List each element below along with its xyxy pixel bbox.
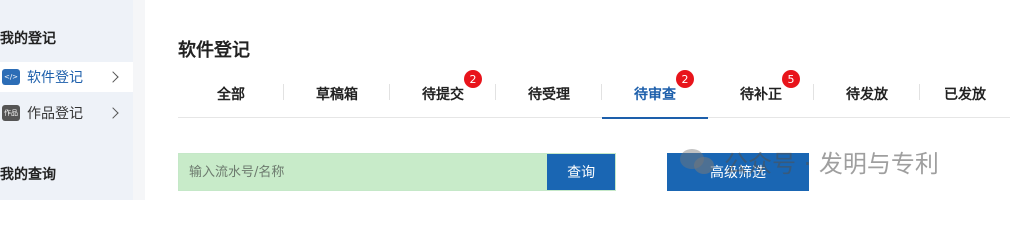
tab-all[interactable]: 全部 bbox=[178, 70, 284, 118]
tab-pending-accept[interactable]: 待受理 bbox=[496, 70, 602, 118]
count-badge: 2 bbox=[676, 70, 694, 88]
tab-label: 待发放 bbox=[846, 87, 888, 103]
search-box: 查询 bbox=[178, 153, 616, 191]
tab-label: 待补正 bbox=[740, 87, 782, 103]
sidebar-item-label: 作品登记 bbox=[27, 106, 83, 122]
sidebar-item-works-registration[interactable]: 作品 作品登记 bbox=[0, 98, 133, 128]
wechat-icon bbox=[680, 147, 716, 177]
page-title: 软件登记 bbox=[178, 40, 250, 61]
tab-pending-review[interactable]: 待审查 2 bbox=[602, 70, 708, 119]
tab-label: 已发放 bbox=[944, 87, 986, 103]
watermark: 公众号 · 发明与专利 bbox=[680, 144, 939, 179]
sidebar: 我的登记 </> 软件登记 作品 作品登记 我的查询 bbox=[0, 0, 133, 200]
search-input[interactable] bbox=[179, 154, 548, 190]
tab-drafts[interactable]: 草稿箱 bbox=[284, 70, 390, 118]
search-button[interactable]: 查询 bbox=[547, 154, 615, 190]
sidebar-gutter bbox=[133, 0, 145, 200]
tab-issued[interactable]: 已发放 bbox=[920, 70, 1010, 118]
sidebar-item-software-registration[interactable]: </> 软件登记 bbox=[0, 62, 133, 92]
tab-pending-correction[interactable]: 待补正 5 bbox=[708, 70, 814, 118]
count-badge: 5 bbox=[782, 70, 800, 88]
code-icon: </> bbox=[2, 69, 20, 85]
chevron-right-icon bbox=[107, 71, 119, 83]
watermark-text: 公众号 · 发明与专利 bbox=[724, 150, 939, 178]
chevron-right-icon bbox=[107, 107, 119, 119]
status-tabs: 全部 草稿箱 待提交 2 待受理 待审查 2 待补正 5 待发放 已发放 bbox=[178, 70, 1010, 119]
sidebar-item-label: 软件登记 bbox=[27, 70, 83, 86]
tab-label: 全部 bbox=[217, 87, 245, 103]
tab-label: 草稿箱 bbox=[316, 87, 358, 103]
tab-label: 待提交 bbox=[422, 87, 464, 103]
section-title-my-queries: 我的查询 bbox=[0, 167, 56, 183]
count-badge: 2 bbox=[464, 70, 482, 88]
section-title-my-registrations: 我的登记 bbox=[0, 31, 56, 47]
tab-pending-issue[interactable]: 待发放 bbox=[814, 70, 920, 118]
tab-label: 待受理 bbox=[528, 87, 570, 103]
tab-label: 待审查 bbox=[634, 87, 676, 103]
tab-pending-submit[interactable]: 待提交 2 bbox=[390, 70, 496, 118]
works-icon: 作品 bbox=[2, 105, 20, 121]
